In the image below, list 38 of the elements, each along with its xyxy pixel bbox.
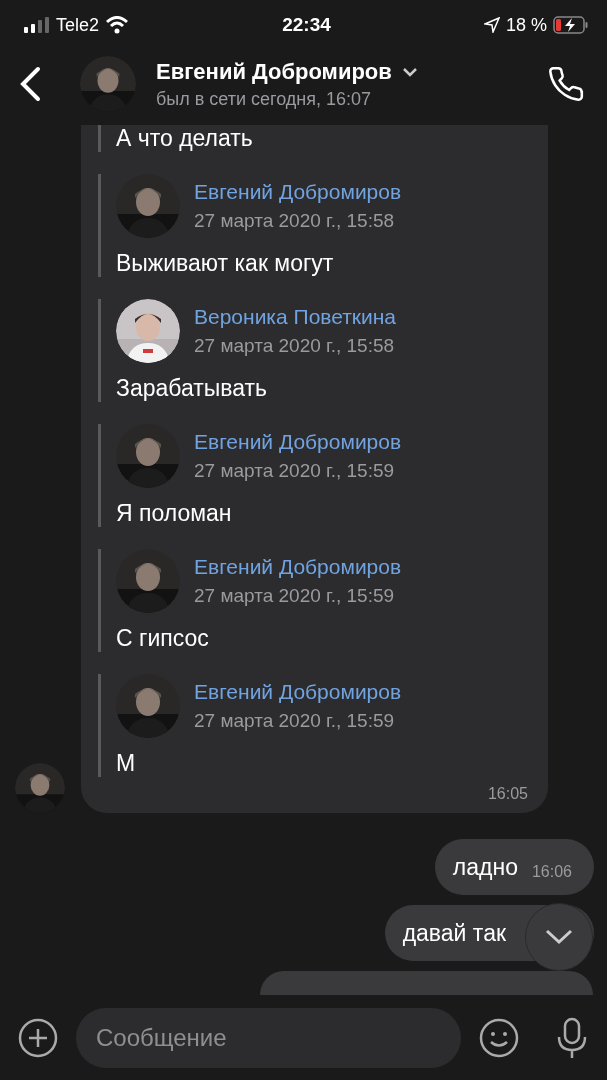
message-text: С гипсос [116, 625, 210, 652]
message-text: Зарабатывать [116, 375, 269, 402]
location-arrow-icon [483, 17, 500, 33]
author-name[interactable]: Евгений Добромиров [194, 430, 402, 454]
wifi-icon [105, 16, 130, 34]
last-seen-status: был в сети сегодня, 16:07 [156, 88, 373, 110]
back-button[interactable] [18, 66, 42, 102]
message-input[interactable]: Сообщение [76, 1007, 461, 1068]
contact-name[interactable]: Евгений Добромиров [156, 58, 392, 85]
scroll-down-button[interactable] [525, 903, 593, 971]
chevron-down-icon[interactable] [401, 66, 418, 77]
battery-percent: 18 % [505, 14, 547, 36]
message-time: 16:05 [487, 785, 528, 803]
message-text: Выживают как могут [116, 250, 335, 277]
message-text: давай так [402, 919, 506, 947]
author-name[interactable]: Евгений Добромиров [194, 680, 402, 704]
chevron-down-icon[interactable] [545, 929, 573, 945]
message-date: 27 марта 2020 г., 15:58 [194, 210, 396, 232]
battery-charging-icon [553, 16, 589, 34]
message-date: 27 марта 2020 г., 15:59 [194, 585, 396, 607]
author-name[interactable]: Евгений Добромиров [194, 555, 402, 579]
microphone-button[interactable] [555, 1016, 589, 1059]
signal-icon [24, 17, 50, 33]
call-button[interactable] [547, 65, 585, 103]
message-text: ладно [452, 853, 518, 881]
add-button[interactable] [18, 1017, 58, 1058]
message-text: А что делать [116, 125, 254, 152]
clock: 22:34 [282, 14, 331, 36]
carrier-name: Tele2 [56, 14, 100, 36]
message-date: 27 марта 2020 г., 15:58 [194, 335, 396, 357]
message-date: 27 марта 2020 г., 15:59 [194, 710, 396, 732]
message-text: Я поломан [116, 500, 233, 527]
message-time: 16:06 [531, 863, 572, 881]
author-name[interactable]: Вероника Поветкина [194, 305, 397, 329]
emoji-button[interactable] [479, 1017, 519, 1058]
author-name[interactable]: Евгений Добромиров [194, 180, 402, 204]
message-text: М [116, 750, 137, 777]
message-date: 27 марта 2020 г., 15:59 [194, 460, 396, 482]
